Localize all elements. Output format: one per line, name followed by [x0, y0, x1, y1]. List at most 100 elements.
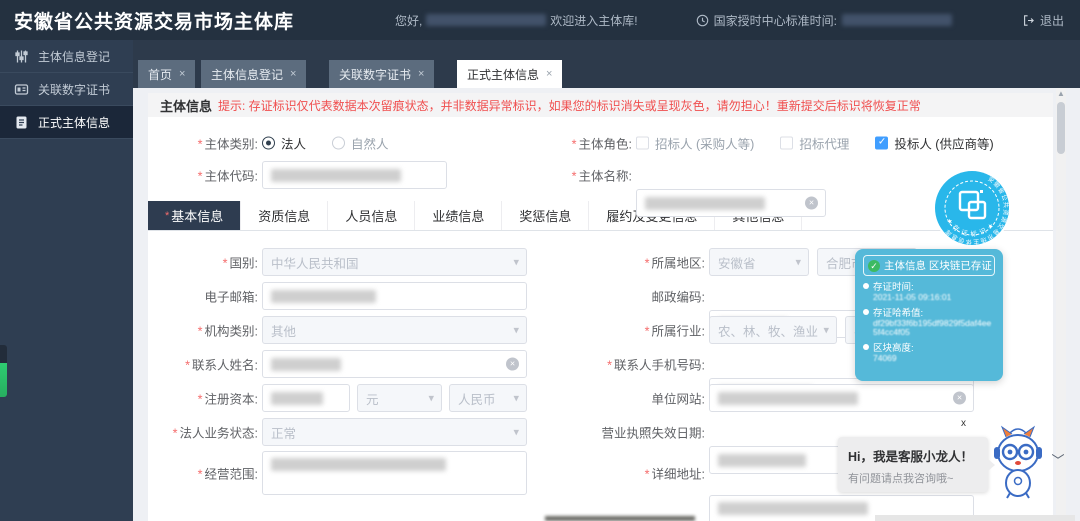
tooltip-title-row: ✓ 主体信息 区块链已存证 [863, 255, 995, 276]
attestation-seal: 安徽省公共资源交易市场主体信息库 ★ 存 证 标 识 ★ [932, 168, 1012, 248]
tab-performance-info[interactable]: 业绩信息 [415, 201, 502, 230]
handle-top [0, 345, 7, 363]
blockchain-tooltip: ✓ 主体信息 区块链已存证 存证时间: 2021-11-05 09:16:01 … [855, 249, 1003, 381]
side-panel-handle[interactable] [0, 345, 7, 397]
capital-unit-select[interactable]: 元 [357, 384, 442, 412]
mascot-dragon-icon[interactable] [988, 425, 1048, 500]
address-label: 详细地址: [527, 464, 705, 483]
certificate-icon [14, 82, 29, 97]
document-icon [14, 115, 29, 130]
tooltip-hash-row: 存证哈希值: [863, 305, 995, 319]
postcode-label: 邮政编码: [527, 287, 705, 306]
redacted-value [271, 458, 446, 471]
time-label: 国家授时中心标准时间: [714, 12, 837, 29]
checkbox-tenderer[interactable]: 招标人 (采购人等) [636, 134, 754, 153]
chat-close-icon[interactable]: x [961, 418, 966, 429]
chat-title: Hi，我是客服小龙人！ [848, 446, 978, 465]
industry-label: 所属行业: [527, 321, 705, 340]
radio-natural-person[interactable]: 自然人 [332, 134, 389, 153]
notice-text: 提示: 存证标识仅代表数据本次留痕状态，并非数据异常标识，如果您的标识消失或呈现… [218, 97, 921, 114]
logout-button[interactable]: 退出 [1022, 12, 1064, 29]
tooltip-title: 主体信息 区块链已存证 [884, 258, 992, 273]
redacted-value [271, 392, 323, 405]
sidebar-item-label: 关联数字证书 [38, 81, 110, 98]
industry-select[interactable]: 农、林、牧、渔业 [709, 316, 837, 344]
business-scope-textarea[interactable] [262, 451, 527, 495]
app-header: 安徽省公共资源交易市场主体库 您好, 欢迎进入主体库! 国家授时中心标准时间: [0, 0, 1080, 40]
tab-subject-registration[interactable]: 主体信息登记 × [201, 60, 306, 88]
tab-close-icon[interactable]: × [546, 68, 552, 80]
scrollbar-thumb[interactable] [1057, 102, 1065, 154]
checkbox-tender-agent[interactable]: 招标代理 [780, 134, 849, 153]
redacted-value [271, 358, 341, 371]
cutoff-footer-bar [875, 515, 1075, 521]
tab-qualification-info[interactable]: 资质信息 [241, 201, 328, 230]
redacted-value [271, 290, 376, 303]
tab-basic-info[interactable]: 基本信息 [148, 201, 241, 230]
tab-close-icon[interactable]: × [179, 68, 185, 80]
subject-code-label: 主体代码: [148, 166, 258, 185]
checkbox-label: 投标人 (供应商等) [894, 134, 993, 153]
tab-personnel-info[interactable]: 人员信息 [328, 201, 415, 230]
clear-icon[interactable]: × [506, 358, 519, 371]
tooltip-time-row: 存证时间: [863, 279, 995, 293]
country-select[interactable]: 中华人民共和国 [262, 248, 527, 276]
business-status-value: 正常 [271, 423, 296, 442]
org-type-value: 其他 [271, 321, 296, 340]
sidebar-item-formal-subject-info[interactable]: 正式主体信息 [0, 106, 133, 139]
logout-label: 退出 [1040, 12, 1064, 29]
bullet-icon [863, 344, 869, 350]
scroll-up-arrow[interactable]: ▲ [1056, 88, 1066, 100]
province-select[interactable]: 安徽省 [709, 248, 809, 276]
business-status-select[interactable]: 正常 [262, 418, 527, 446]
tab-label: 主体信息登记 [211, 66, 283, 83]
checkbox-icon [780, 137, 793, 150]
redacted-value [718, 392, 858, 405]
capital-input[interactable] [262, 384, 350, 412]
tab-home[interactable]: 首页 × [138, 60, 195, 88]
greeting: 您好, 欢迎进入主体库! [395, 12, 638, 29]
sidebar-item-subject-registration[interactable]: 主体信息登记 [0, 40, 133, 73]
capital-group: 元 人民币 [262, 384, 527, 412]
redacted-value [718, 502, 868, 515]
clear-icon[interactable]: × [953, 392, 966, 405]
tab-label: 首页 [148, 66, 172, 83]
seal-icon: 安徽省公共资源交易市场主体信息库 ★ 存 证 标 识 ★ [932, 168, 1012, 248]
subject-name-input[interactable]: × [636, 189, 826, 217]
logout-icon [1022, 14, 1035, 27]
contact-name-input[interactable]: × [262, 350, 527, 378]
time-value-redacted: 2021-11-05 09:16:01 [873, 293, 995, 302]
radio-label: 自然人 [351, 134, 389, 153]
checkbox-label: 招标代理 [799, 134, 849, 153]
tab-reward-punishment-info[interactable]: 奖惩信息 [502, 201, 589, 230]
clear-icon[interactable]: × [805, 197, 818, 210]
email-input[interactable] [262, 282, 527, 310]
radio-legal-person[interactable]: 法人 [262, 134, 306, 153]
capital-label: 注册资本: [148, 389, 258, 408]
tab-digital-certificate[interactable]: 关联数字证书 × [329, 60, 434, 88]
capital-unit-value: 元 [366, 389, 379, 408]
org-type-label: 机构类别: [148, 321, 258, 340]
country-value: 中华人民共和国 [271, 253, 359, 272]
business-status-label: 法人业务状态: [148, 423, 258, 442]
tooltip-height-row: 区块高度: [863, 340, 995, 354]
contact-name-label: 联系人姓名: [148, 355, 258, 374]
redacted-username [426, 14, 546, 26]
subject-code-input[interactable] [262, 161, 447, 189]
chat-bubble[interactable]: Hi，我是客服小龙人！ 有问题请点我咨询哦~ [838, 437, 988, 492]
province-value: 安徽省 [718, 253, 756, 272]
bullet-icon [863, 309, 869, 315]
greeting-suffix: 欢迎进入主体库! [550, 12, 637, 29]
checkbox-icon [875, 137, 888, 150]
tab-formal-subject-info[interactable]: 正式主体信息 × [457, 60, 562, 88]
notice-bar: 主体信息 提示: 存证标识仅代表数据本次留痕状态，并非数据异常标识，如果您的标识… [148, 93, 1053, 117]
capital-currency-select[interactable]: 人民币 [449, 384, 527, 412]
sidebar-item-digital-certificate[interactable]: 关联数字证书 [0, 73, 133, 106]
org-type-select[interactable]: 其他 [262, 316, 527, 344]
checkbox-bidder[interactable]: 投标人 (供应商等) [875, 134, 993, 153]
redacted-time [842, 14, 952, 26]
tab-close-icon[interactable]: × [290, 68, 296, 80]
website-input[interactable]: × [709, 384, 974, 412]
tab-close-icon[interactable]: × [418, 68, 424, 80]
scroll-down-chevron[interactable]: ﹀ [1049, 450, 1067, 468]
